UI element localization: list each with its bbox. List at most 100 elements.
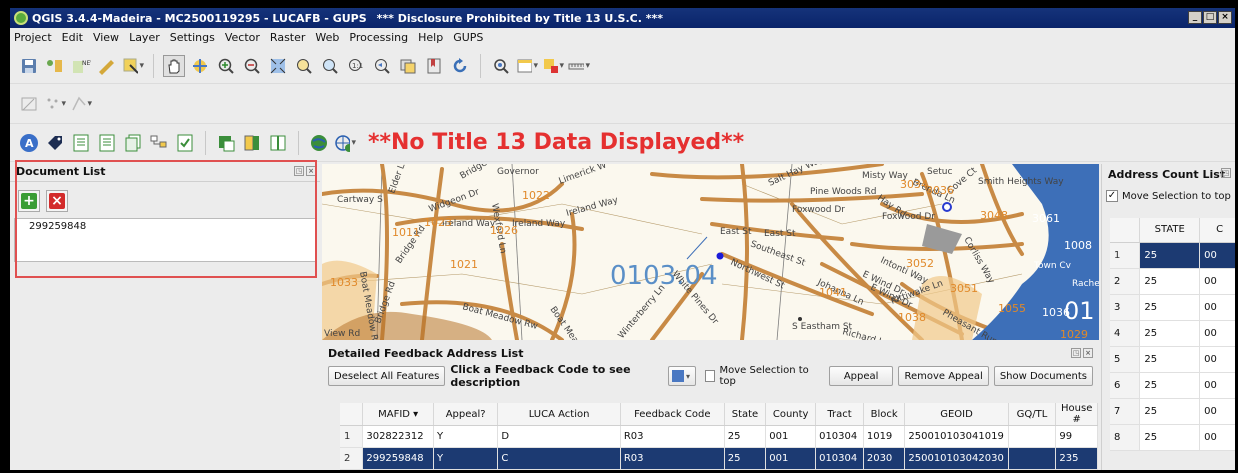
new-layer-icon[interactable]: NEW (70, 55, 92, 77)
menu-edit[interactable]: Edit (62, 31, 83, 44)
table-row[interactable]: 7 25 00 (1110, 398, 1235, 425)
table-cell[interactable]: 00 (1199, 294, 1235, 321)
table-cell[interactable]: R03 (620, 447, 725, 470)
table-row-selected[interactable]: 2 299259848 Y C R03 25 001 010304 2030 2… (340, 447, 1098, 470)
zoom-last-icon[interactable] (371, 55, 393, 77)
table-cell[interactable]: 25 (1139, 242, 1201, 269)
table-cell[interactable]: 250010103042030 (904, 447, 1009, 470)
table-cell[interactable]: 25 (1139, 346, 1201, 373)
zoom-native-icon[interactable]: 1:1 (345, 55, 367, 77)
style-manager-icon[interactable] (44, 55, 66, 77)
toggle-editing-icon[interactable] (18, 93, 40, 115)
table-cell[interactable]: 001 (765, 425, 817, 448)
add-point-icon[interactable] (44, 93, 66, 115)
column-header[interactable]: Feedback Code (620, 403, 725, 426)
table-cell[interactable]: 25 (724, 447, 767, 470)
table-cell[interactable]: 99 (1055, 425, 1098, 448)
refresh-icon[interactable] (449, 55, 471, 77)
select-by-expression-icon[interactable] (542, 55, 564, 77)
close-panel-icon[interactable]: × (1083, 348, 1093, 358)
column-header[interactable]: STATE (1139, 218, 1201, 243)
table-cell[interactable]: 00 (1199, 346, 1235, 373)
column-header[interactable]: State (724, 403, 767, 426)
table-cell[interactable]: 001 (765, 447, 817, 470)
hierarchy-icon[interactable] (148, 132, 170, 154)
table-cell[interactable]: 25 (1139, 320, 1201, 347)
open-attribute-table-icon[interactable] (516, 55, 538, 77)
tag-icon[interactable] (44, 132, 66, 154)
measure-line-icon[interactable] (568, 55, 590, 77)
zoom-out-icon[interactable] (241, 55, 263, 77)
address-list-icon[interactable] (96, 132, 118, 154)
table-cell[interactable]: 299259848 (362, 447, 434, 470)
column-header[interactable]: LUCA Action (497, 403, 621, 426)
zoom-in-icon[interactable] (215, 55, 237, 77)
zoom-next-icon[interactable] (397, 55, 419, 77)
web-map-icon[interactable] (308, 132, 330, 154)
table-row[interactable]: 3 25 00 (1110, 294, 1235, 321)
menu-raster[interactable]: Raster (270, 31, 305, 44)
table-cell[interactable]: 302822312 (362, 425, 434, 448)
column-header[interactable]: GQ/TL (1008, 403, 1057, 426)
address-icon[interactable]: A (18, 132, 40, 154)
table-row[interactable]: 4 25 00 (1110, 320, 1235, 347)
merge-features-icon[interactable] (241, 132, 263, 154)
split-features-icon[interactable] (267, 132, 289, 154)
show-documents-button[interactable]: Show Documents (993, 366, 1093, 386)
menu-gups[interactable]: GUPS (453, 31, 483, 44)
column-header[interactable]: County (765, 403, 817, 426)
map-canvas[interactable]: 0103.04 Cartway S Elder Ln Widgeon Dr Br… (322, 164, 1099, 340)
table-cell[interactable]: 00 (1199, 398, 1235, 425)
ac-move-selection-checkbox[interactable]: ✓ Move Selection to top (1102, 184, 1235, 208)
table-cell[interactable]: 00 (1199, 372, 1235, 399)
table-cell[interactable]: 250010103041019 (904, 425, 1009, 448)
menu-settings[interactable]: Settings (170, 31, 215, 44)
table-cell[interactable] (1008, 425, 1057, 448)
menu-help[interactable]: Help (418, 31, 443, 44)
close-button[interactable]: × (1218, 11, 1232, 24)
feedback-table[interactable]: MAFID ▾ Appeal? LUCA Action Feedback Cod… (340, 403, 1098, 470)
identify-icon[interactable] (490, 55, 512, 77)
column-header[interactable]: C (1199, 218, 1235, 243)
table-cell[interactable]: 25 (1139, 424, 1201, 451)
table-cell[interactable]: Y (433, 447, 499, 470)
deselect-all-button[interactable]: Deselect All Features (328, 366, 446, 386)
table-cell[interactable]: 00 (1199, 268, 1235, 295)
menu-layer[interactable]: Layer (129, 31, 160, 44)
table-cell[interactable]: 2030 (863, 447, 906, 470)
menu-view[interactable]: View (93, 31, 119, 44)
table-cell[interactable]: 25 (1139, 372, 1201, 399)
table-cell[interactable]: D (497, 425, 621, 448)
zoom-to-selection-icon[interactable] (293, 55, 315, 77)
pan-to-selection-icon[interactable] (189, 55, 211, 77)
remove-appeal-button[interactable]: Remove Appeal (898, 366, 989, 386)
digitize-icon[interactable] (96, 55, 118, 77)
table-cell[interactable] (1008, 447, 1057, 470)
table-cell[interactable]: 00 (1199, 242, 1235, 269)
table-cell[interactable]: 25 (724, 425, 767, 448)
table-cell[interactable]: 25 (1139, 398, 1201, 425)
move-selection-checkbox[interactable]: Move Selection to top (705, 365, 810, 387)
menu-web[interactable]: Web (315, 31, 339, 44)
select-tool-button[interactable]: ▾ (668, 366, 697, 386)
maximize-button[interactable]: □ (1203, 11, 1217, 24)
table-row[interactable]: 6 25 00 (1110, 372, 1235, 399)
address-count-table[interactable]: STATE C 1 25 00 2 25 00 3 25 00 4 25 00 5 25 00 62… (1110, 218, 1235, 451)
table-cell[interactable]: 25 (1139, 268, 1201, 295)
add-wms-layer-icon[interactable] (334, 132, 356, 154)
select-features-icon[interactable] (122, 55, 144, 77)
table-row[interactable]: 8 25 00 (1110, 424, 1235, 451)
validate-icon[interactable] (174, 132, 196, 154)
table-cell[interactable]: 00 (1199, 424, 1235, 451)
copy-features-icon[interactable] (122, 132, 144, 154)
table-cell[interactable]: 010304 (815, 425, 864, 448)
menu-processing[interactable]: Processing (349, 31, 408, 44)
float-panel-icon[interactable]: ◳ (1071, 348, 1081, 358)
column-header[interactable]: House # (1055, 403, 1098, 426)
table-cell[interactable]: 010304 (815, 447, 864, 470)
column-header[interactable]: Appeal? (433, 403, 499, 426)
zoom-full-icon[interactable] (267, 55, 289, 77)
pan-hand-icon[interactable] (163, 54, 185, 77)
table-cell[interactable]: R03 (620, 425, 725, 448)
table-cell[interactable]: 235 (1055, 447, 1098, 470)
